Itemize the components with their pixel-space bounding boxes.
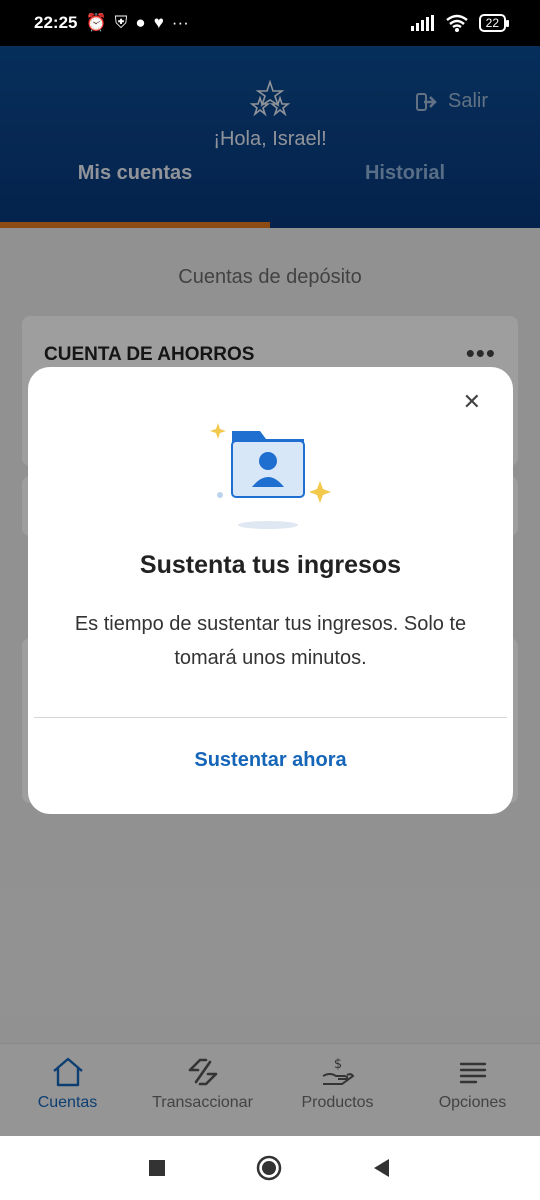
heart-icon: ♥ <box>153 13 164 32</box>
shield-icon: ⛨ <box>114 13 128 32</box>
system-nav-bar <box>0 1136 540 1200</box>
signal-icon <box>410 15 434 31</box>
battery-icon: 22 <box>478 14 510 32</box>
home-button-icon[interactable] <box>255 1154 283 1182</box>
alarm-icon: ⏰ <box>85 13 107 32</box>
status-notification-icons: ⏰ ⛨ ● ♥ ··· <box>85 13 188 33</box>
back-icon[interactable] <box>371 1157 393 1179</box>
bottom-nav-overlay <box>0 1043 540 1136</box>
folder-user-icon <box>210 423 331 529</box>
modal-divider <box>34 717 507 718</box>
status-bar: 22:25 ⏰ ⛨ ● ♥ ··· 22 <box>0 0 540 46</box>
close-icon[interactable]: ✕ <box>463 389 481 415</box>
chat-icon: ● <box>135 13 146 32</box>
status-system-icons: 22 <box>410 14 510 32</box>
sustentar-ahora-button[interactable]: Sustentar ahora <box>28 749 513 772</box>
more-icon: ··· <box>171 13 189 32</box>
modal-body-text: Es tiempo de sustentar tus ingresos. Sol… <box>74 613 467 669</box>
income-modal: ✕ Sustenta tus ingresos Es tiempo de sus… <box>28 367 513 814</box>
modal-title: Sustenta tus ingresos <box>139 551 402 579</box>
wifi-icon <box>445 14 468 32</box>
status-time: 22:25 <box>34 13 78 32</box>
recent-apps-icon[interactable] <box>147 1158 167 1178</box>
